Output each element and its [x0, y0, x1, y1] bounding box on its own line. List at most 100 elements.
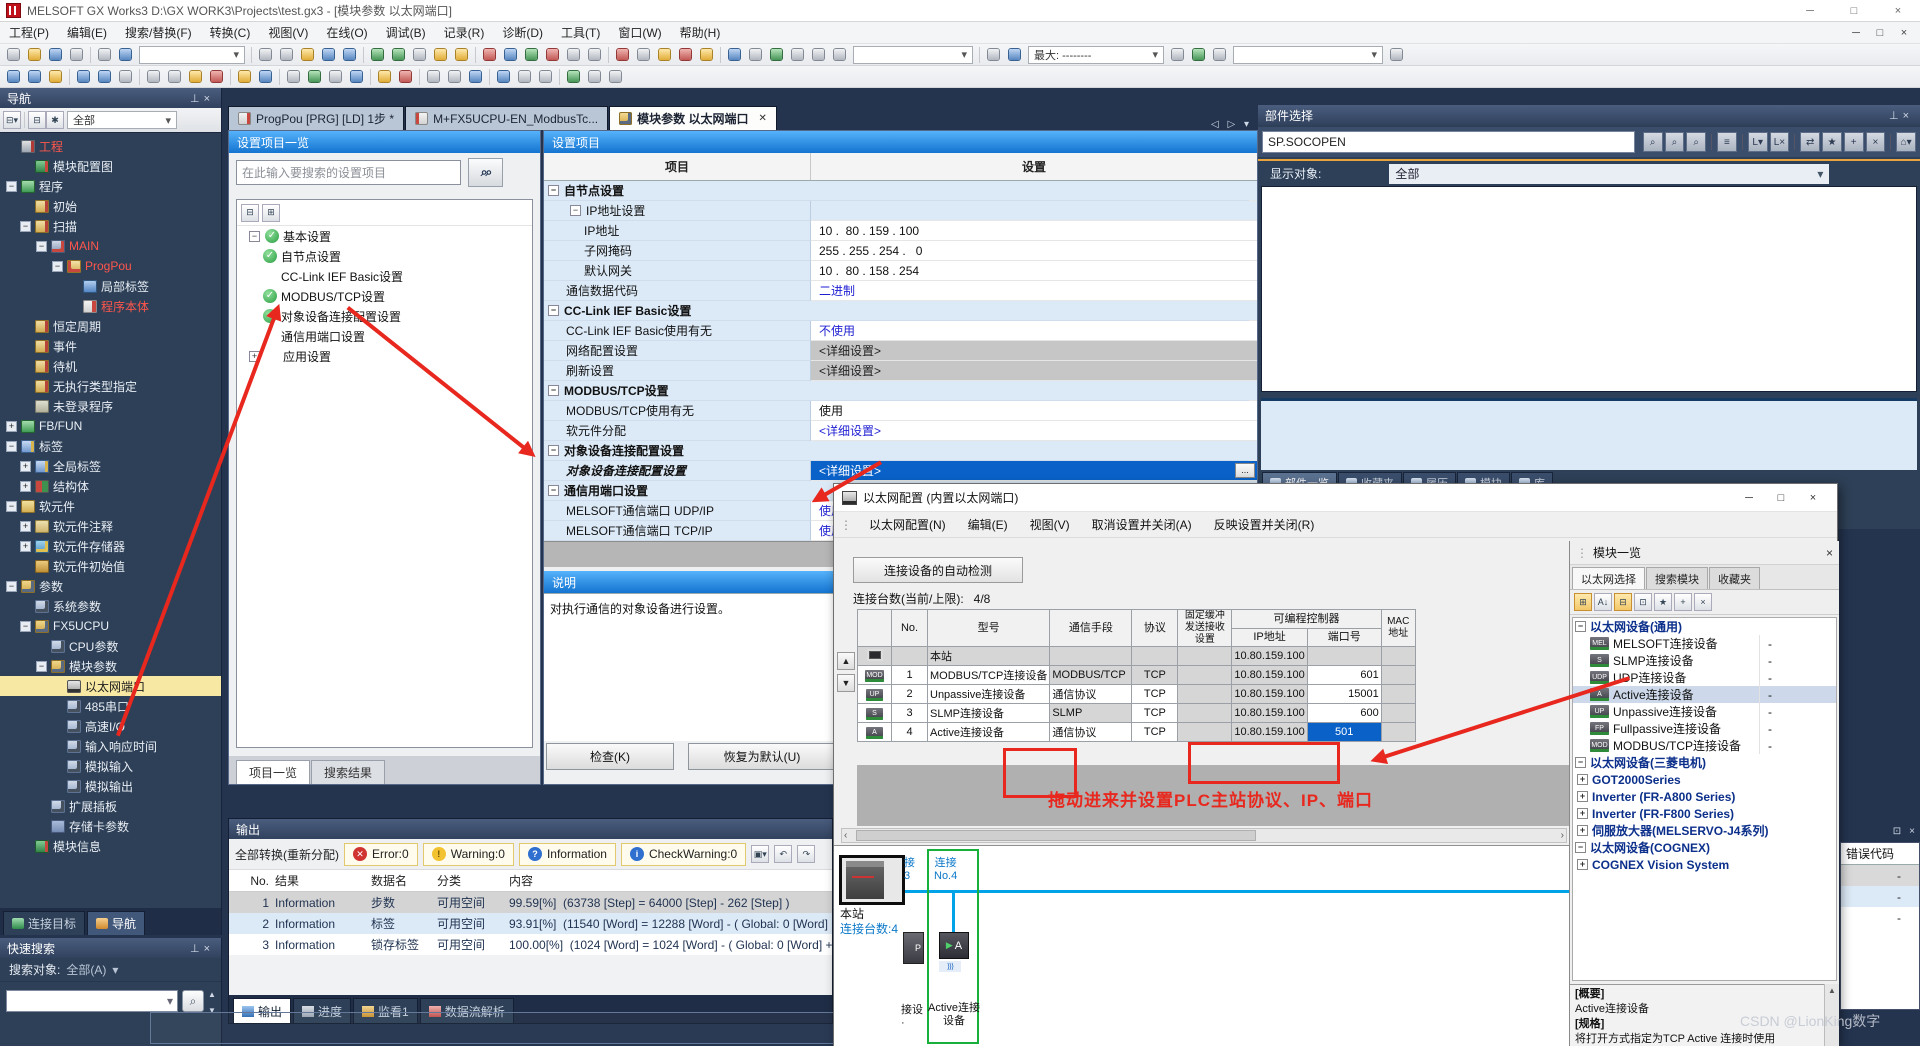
expander-icon[interactable]	[20, 621, 31, 632]
menu-search[interactable]: 搜索/替换(F)	[116, 22, 201, 43]
nav-item-highspeed-io[interactable]: 高速I/O	[0, 716, 221, 736]
cut-icon[interactable]	[256, 45, 275, 64]
nav-filter-combo[interactable]: 全部▾	[67, 111, 177, 129]
mdi-minimize-button[interactable]: ─	[1844, 27, 1868, 39]
nav-item-device[interactable]: 软元件	[0, 496, 221, 516]
menu-record[interactable]: 记录(R)	[435, 22, 494, 43]
row-modbus-use[interactable]: MODBUS/TCP使用有无使用	[544, 401, 1257, 421]
tree-item-cclink[interactable]: CC-Link IEF Basic设置	[237, 266, 532, 286]
warning-filter-button[interactable]: Warning:0	[423, 843, 514, 866]
expander-icon[interactable]	[570, 205, 581, 216]
expander-icon[interactable]	[1577, 808, 1588, 819]
new-file-icon[interactable]	[4, 45, 23, 64]
device-test-icon[interactable]	[452, 45, 471, 64]
ladder-f7-icon[interactable]	[424, 67, 443, 86]
tab-ethernet-selection[interactable]: 以太网选择	[1572, 567, 1645, 589]
nav-window-icon[interactable]	[4, 67, 23, 86]
expander-icon[interactable]	[548, 485, 559, 496]
module-item-melsoft[interactable]: MELMELSOFT连接设备-	[1573, 635, 1836, 652]
quick-find-combo[interactable]: ▾	[139, 46, 245, 64]
nav-item-memory-card[interactable]: 存储卡参数	[0, 816, 221, 836]
row-ip-address[interactable]: IP地址10 . 80 . 159 . 100	[544, 221, 1257, 241]
max-combo[interactable]: 最大: --------▾	[1028, 46, 1164, 64]
nav-item-device-comment[interactable]: 软元件注释	[0, 516, 221, 536]
nav-item-module-info[interactable]: 模块信息	[0, 836, 221, 856]
menu-view[interactable]: 视图(V)	[259, 22, 317, 43]
ladder-f6-icon[interactable]	[396, 67, 415, 86]
row-up-button[interactable]: ▲	[837, 652, 855, 670]
clear-output-icon[interactable]: ▣▾	[751, 845, 769, 863]
label-editor-icon[interactable]	[116, 67, 135, 86]
zoom-in-icon[interactable]	[788, 45, 807, 64]
tab-modbus-fb[interactable]: M+FX5UCPU-EN_ModbusTc...	[405, 106, 608, 130]
window-split3-icon[interactable]	[767, 45, 786, 64]
find-instruction-icon[interactable]	[165, 67, 184, 86]
list-display-icon[interactable]: ≡	[1717, 132, 1737, 152]
close-icon[interactable]: ×	[1903, 110, 1913, 122]
comment-edit-icon[interactable]	[494, 67, 513, 86]
expander-icon[interactable]	[1577, 774, 1588, 785]
nav-item-main[interactable]: MAIN	[0, 236, 221, 256]
device-read-icon[interactable]	[368, 45, 387, 64]
event-history-icon[interactable]	[347, 67, 366, 86]
tab-scroll-right-icon[interactable]: ▷	[1227, 119, 1238, 130]
row-subnet-mask[interactable]: 子网掩码255 . 255 . 254 . 0	[544, 241, 1257, 261]
module-item-unpassive[interactable]: UPUnpassive连接设备-	[1573, 703, 1836, 720]
row-ip-settings-group[interactable]: IP地址设置	[544, 201, 1257, 221]
window-split2-icon[interactable]	[746, 45, 765, 64]
nav-item-fixed-cycle[interactable]: 恒定周期	[0, 316, 221, 336]
group-ethernet-generic[interactable]: 以太网设备(通用)	[1573, 618, 1836, 635]
menu-project[interactable]: 工程(P)	[0, 22, 58, 43]
dialog-maximize-button[interactable]: □	[1765, 487, 1797, 509]
remove-favorite-icon[interactable]: ×	[1694, 593, 1712, 611]
group-display-icon[interactable]: ⊞	[1574, 593, 1592, 611]
ladder-f8-icon[interactable]	[445, 67, 464, 86]
menu-window[interactable]: 窗口(W)	[609, 22, 670, 43]
favorite-star-icon[interactable]: ★	[1822, 132, 1842, 152]
active-port-cell[interactable]: 501	[1307, 723, 1381, 742]
menu-convert[interactable]: 转换(C)	[201, 22, 260, 43]
minimize-button[interactable]: ─	[1788, 0, 1832, 21]
delete-device-icon[interactable]: L×	[1770, 132, 1790, 152]
detail-settings-button[interactable]	[1235, 463, 1255, 478]
monitor-stop-icon[interactable]	[543, 45, 562, 64]
nav-item-analog-input[interactable]: 模拟输入	[0, 756, 221, 776]
check-icon[interactable]	[1168, 45, 1187, 64]
paste-icon[interactable]	[298, 45, 317, 64]
menu-diagnostics[interactable]: 诊断(D)	[493, 22, 552, 43]
nav-item-standby[interactable]: 待机	[0, 356, 221, 376]
expander-icon[interactable]	[20, 541, 31, 552]
nav-item-device-initial[interactable]: 软元件初始值	[0, 556, 221, 576]
nav-item-local-label[interactable]: 局部标签	[0, 276, 221, 296]
group-ethernet-mitsubishi[interactable]: 以太网设备(三菱电机)	[1573, 754, 1836, 771]
scrollbar-thumb[interactable]	[856, 830, 1256, 841]
dialog-menu-apply-close[interactable]: 反映设置并关闭(R)	[1203, 513, 1326, 536]
expander-icon[interactable]	[6, 501, 17, 512]
refresh-value[interactable]: <详细设置>	[811, 361, 1257, 381]
modbus-use-value[interactable]: 使用	[811, 401, 1257, 421]
close-tab-icon[interactable]: ✕	[758, 113, 766, 124]
module-item-servo-j4[interactable]: 伺服放大器(MELSERVO-J4系列)	[1573, 822, 1836, 839]
nav-item-analog-output[interactable]: 模拟输出	[0, 776, 221, 796]
collapse-all-icon[interactable]: ⊟	[241, 204, 259, 222]
dialog-menu-edit[interactable]: 编辑(E)	[957, 513, 1019, 536]
dropdown-icon[interactable]: ▾	[163, 994, 177, 1008]
pointer-icon[interactable]	[1387, 45, 1406, 64]
copy-icon[interactable]	[277, 45, 296, 64]
output-row[interactable]: 1Information步数可用空间99.59[%] (63738 [Step]…	[229, 892, 832, 913]
expander-icon[interactable]	[20, 461, 31, 472]
watch1-icon[interactable]	[235, 67, 254, 86]
nav-item-program-body[interactable]: 程序本体	[0, 296, 221, 316]
row-device-assignment[interactable]: 软元件分配<详细设置>	[544, 421, 1257, 441]
parts-search-input[interactable]: SP.SOCOPEN	[1262, 131, 1635, 153]
device-row-modbus[interactable]: MOD 1 MODBUS/TCP连接设备 MODBUS/TCP TCP 10.8…	[858, 666, 1416, 685]
delete-icon[interactable]: ×	[1866, 132, 1886, 152]
host-plc-image[interactable]	[839, 855, 905, 905]
stop-mode-icon[interactable]	[585, 67, 604, 86]
cclink-use-value[interactable]: 不使用	[811, 321, 1257, 341]
tree-collapse-icon[interactable]: ⊟	[28, 111, 46, 129]
row-target-device-group[interactable]: 对象设备连接配置设置	[544, 441, 1257, 461]
expander-icon[interactable]	[6, 421, 17, 432]
nav-item-initial[interactable]: 初始	[0, 196, 221, 216]
dialog-title-bar[interactable]: 以太网配置 (内置以太网端口) ─ □ ×	[834, 484, 1837, 512]
